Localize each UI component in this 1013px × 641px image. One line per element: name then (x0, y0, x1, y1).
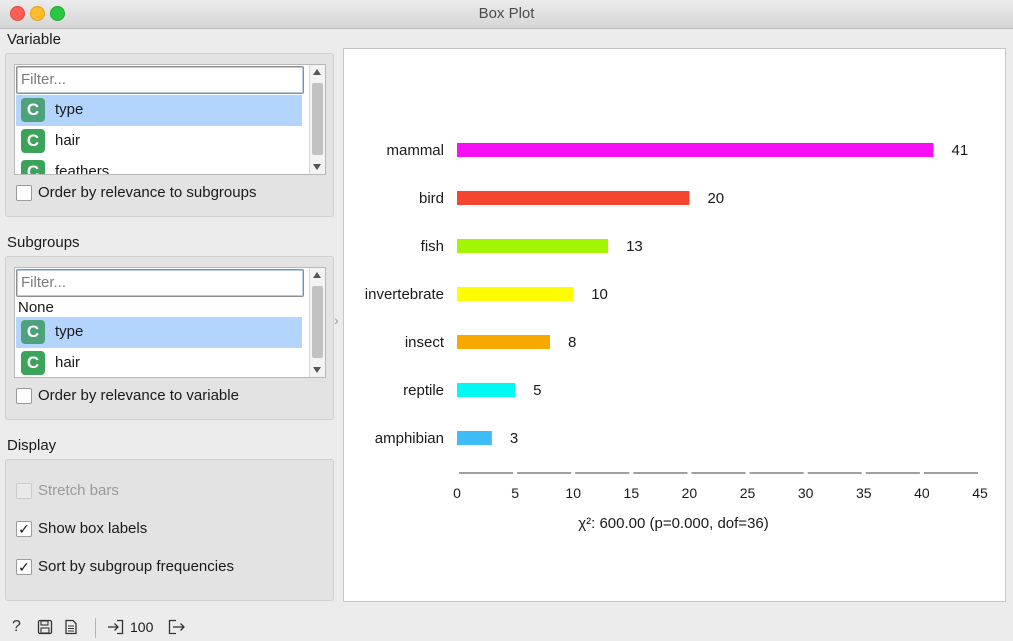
checkmark-icon: ✓ (18, 521, 30, 537)
title-bar: Box Plot (0, 0, 1013, 29)
variable-group: Filter... C type C hair C feathers Order… (5, 53, 334, 217)
subgroups-section-label: Subgroups (7, 234, 80, 251)
status-separator (95, 618, 96, 638)
display-section-label: Display (7, 437, 57, 454)
value-label: 41 (952, 142, 969, 159)
bar-fish (457, 239, 609, 253)
categorical-icon: C (21, 160, 45, 174)
bar-bird (457, 191, 690, 205)
variable-list-scrollbar[interactable] (309, 65, 325, 174)
bar-chart: mammal 41 bird 20 fish 13 invertebrate 10 insect… (365, 142, 988, 532)
subgroups-group: Filter... None C type C hair Order by re… (5, 256, 334, 420)
value-label: 5 (533, 382, 541, 399)
x-tick-label: 35 (856, 485, 872, 501)
bar-mammal (457, 143, 934, 157)
show-box-labels-checkbox[interactable]: ✓ (16, 521, 32, 537)
chi-square-stat: χ²: 600.00 (p=0.000, dof=36) (578, 515, 769, 532)
category-label: mammal (386, 142, 444, 159)
x-tick-label: 0 (453, 485, 461, 501)
x-tick-label: 15 (624, 485, 640, 501)
save-icon[interactable] (37, 619, 53, 635)
stretch-bars-checkbox[interactable] (16, 483, 32, 499)
x-tick-label: 10 (565, 485, 581, 501)
bar-invertebrate (457, 287, 574, 301)
collapse-panel-icon[interactable]: › (334, 312, 339, 328)
x-tick-label: 45 (972, 485, 988, 501)
category-label: amphibian (375, 430, 444, 447)
x-tick-label: 30 (798, 485, 814, 501)
bar-insect (457, 335, 550, 349)
scroll-up-icon[interactable] (313, 272, 321, 278)
variable-filter-input[interactable]: Filter... (16, 66, 304, 94)
checkmark-icon: ✓ (18, 559, 30, 575)
category-label: fish (421, 238, 444, 255)
plot-area: mammal 41 bird 20 fish 13 invertebrate 10 insect… (343, 48, 1006, 602)
input-icon[interactable] (107, 619, 125, 635)
category-label: bird (419, 190, 444, 207)
scroll-down-icon[interactable] (313, 367, 321, 373)
categorical-icon: C (21, 98, 45, 122)
category-label: insect (405, 334, 445, 351)
subgroup-item-type[interactable]: C type (16, 317, 302, 348)
subgroups-filter-input[interactable]: Filter... (16, 269, 304, 297)
order-by-relevance-variable-label: Order by relevance to variable (38, 387, 239, 404)
subgroup-item-none[interactable]: None (18, 299, 54, 316)
sort-by-frequencies-checkbox[interactable]: ✓ (16, 559, 32, 575)
variable-list[interactable]: Filter... C type C hair C feathers (14, 64, 326, 175)
value-label: 13 (626, 238, 643, 255)
scroll-thumb[interactable] (312, 83, 323, 155)
category-label: reptile (403, 382, 444, 399)
subgroup-item-hair[interactable]: C hair (16, 348, 302, 377)
subgroups-list-scrollbar[interactable] (309, 268, 325, 377)
subgroups-list[interactable]: Filter... None C type C hair (14, 267, 326, 378)
stretch-bars-label: Stretch bars (38, 482, 119, 499)
x-tick-label: 25 (740, 485, 756, 501)
bar-amphibian (457, 431, 492, 445)
value-label: 10 (591, 286, 608, 303)
categorical-icon: C (21, 320, 45, 344)
x-tick-label: 40 (914, 485, 930, 501)
display-group: Stretch bars ✓ Show box labels ✓ Sort by… (5, 459, 334, 601)
scroll-thumb[interactable] (312, 286, 323, 358)
order-by-relevance-variable-checkbox[interactable] (16, 388, 32, 404)
x-tick-label: 5 (511, 485, 519, 501)
output-icon[interactable] (168, 619, 186, 635)
sort-by-frequencies-label: Sort by subgroup frequencies (38, 558, 234, 575)
variable-section-label: Variable (7, 31, 61, 48)
variable-item-type[interactable]: C type (16, 95, 302, 126)
status-bar: ? 100 (0, 610, 1013, 641)
categorical-icon: C (21, 351, 45, 375)
categorical-icon: C (21, 129, 45, 153)
value-label: 3 (510, 430, 518, 447)
show-box-labels-label: Show box labels (38, 520, 148, 537)
report-icon[interactable] (63, 619, 79, 635)
help-icon[interactable]: ? (12, 618, 21, 636)
category-label: invertebrate (365, 286, 444, 303)
window-title: Box Plot (478, 5, 535, 22)
variable-item-hair[interactable]: C hair (16, 126, 302, 157)
scroll-down-icon[interactable] (313, 164, 321, 170)
x-tick-label: 20 (682, 485, 698, 501)
order-by-relevance-subgroups-label: Order by relevance to subgroups (38, 184, 257, 201)
order-by-relevance-subgroups-checkbox[interactable] (16, 185, 32, 201)
bar-reptile (457, 383, 516, 397)
scroll-up-icon[interactable] (313, 69, 321, 75)
input-count: 100 (130, 619, 154, 635)
value-label: 20 (707, 190, 724, 207)
value-label: 8 (568, 334, 576, 351)
variable-item-feathers[interactable]: C feathers (16, 157, 302, 174)
